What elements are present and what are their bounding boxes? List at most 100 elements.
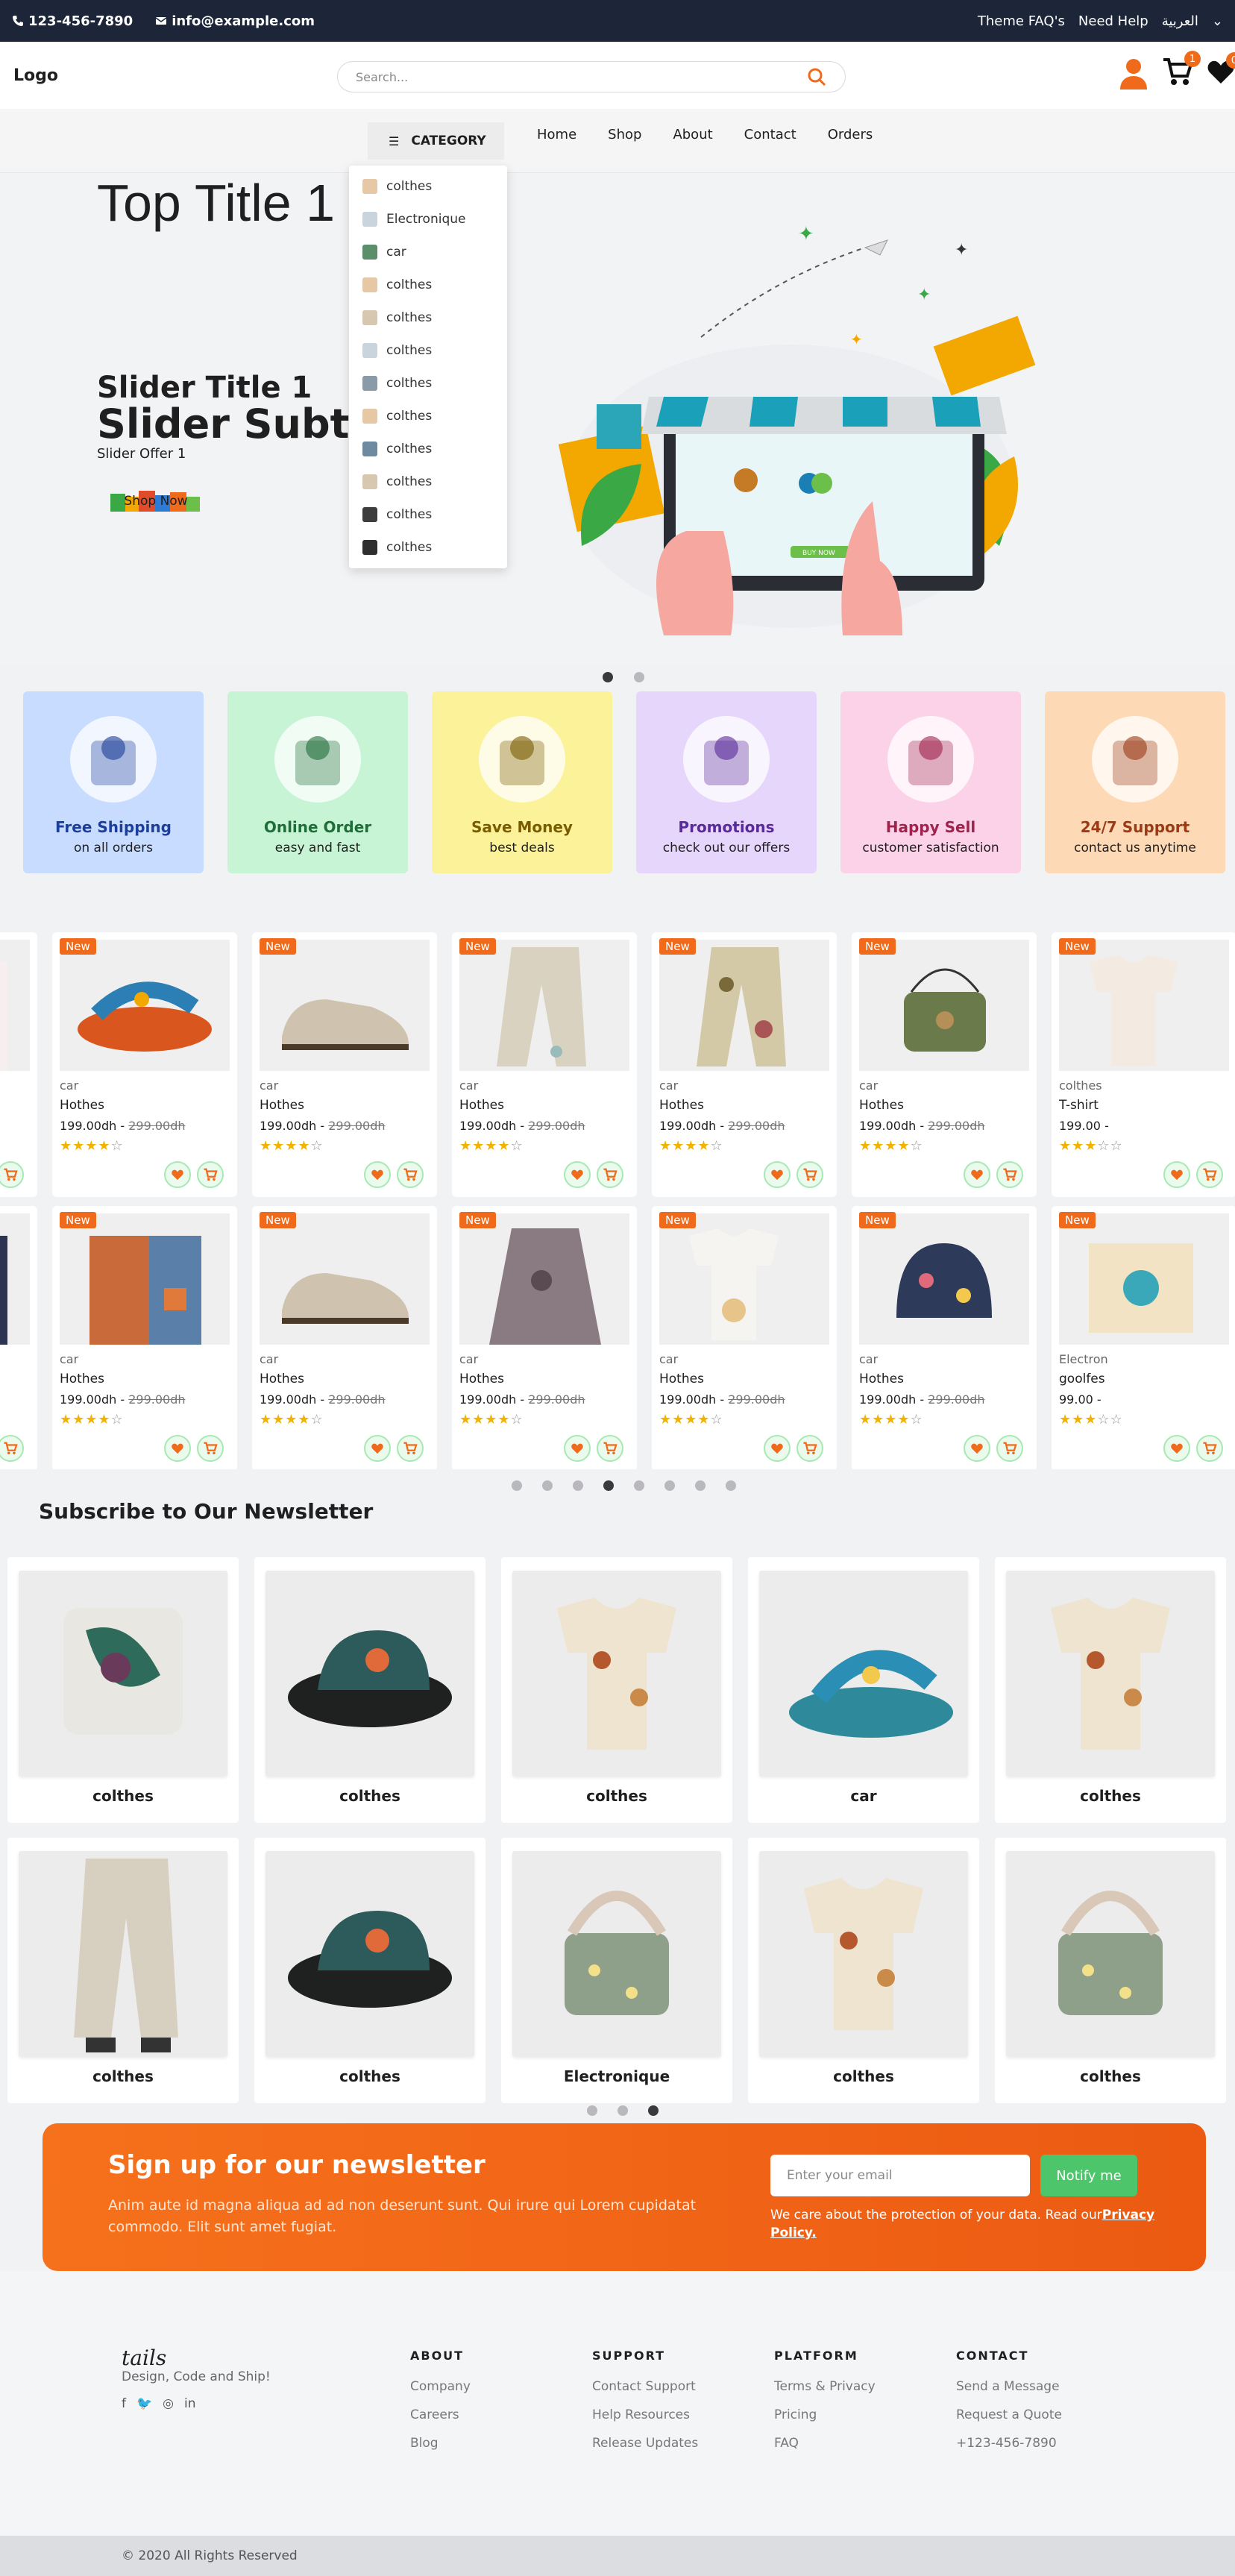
shop-now-button[interactable]: Shop Now: [109, 486, 203, 516]
product-name[interactable]: Hothes: [659, 1098, 704, 1113]
category-card-label[interactable]: Electronique: [501, 2067, 732, 2085]
nav-about[interactable]: About: [673, 127, 712, 142]
category-item[interactable]: colthes: [349, 367, 507, 400]
category-item[interactable]: colthes: [349, 334, 507, 367]
user-icon[interactable]: [1119, 57, 1148, 89]
category-card[interactable]: colthes: [7, 1838, 239, 2103]
category-item[interactable]: car: [349, 236, 507, 268]
products-dot[interactable]: [634, 1480, 644, 1491]
product-card[interactable]: dh - 299.00dh★☆☆☆☆: [0, 1206, 37, 1469]
product-card[interactable]: New car Hothes 199.00dh - 299.00dh ★★★★☆: [252, 932, 437, 1197]
product-image[interactable]: [659, 940, 829, 1071]
search-icon[interactable]: [806, 66, 827, 87]
product-card[interactable]: New car Hothes 199.00dh - 299.00dh ★★★★☆: [252, 1206, 437, 1469]
category-item[interactable]: colthes: [349, 400, 507, 433]
footer-link[interactable]: Release Updates: [592, 2436, 698, 2451]
category-card-label[interactable]: colthes: [995, 2067, 1226, 2085]
product-name[interactable]: Hothes: [459, 1372, 504, 1386]
add-to-cart-button[interactable]: [597, 1435, 623, 1462]
category-button[interactable]: ☰ CATEGORY: [368, 122, 504, 160]
add-to-wishlist-button[interactable]: [364, 1435, 391, 1462]
products-dot[interactable]: [512, 1480, 522, 1491]
category-card[interactable]: colthes: [254, 1838, 485, 2103]
product-name[interactable]: Hothes: [60, 1098, 104, 1113]
chevron-down-icon[interactable]: ⌄: [1212, 13, 1223, 29]
add-to-cart-button[interactable]: [0, 1161, 24, 1188]
search-input[interactable]: Search...: [337, 61, 846, 92]
product-card[interactable]: New car Hothes 199.00dh - 299.00dh ★★★★☆: [652, 932, 837, 1197]
category-item[interactable]: colthes: [349, 465, 507, 498]
add-to-cart-button[interactable]: [397, 1161, 424, 1188]
add-to-wishlist-button[interactable]: [1163, 1161, 1190, 1188]
category-card[interactable]: colthes: [501, 1557, 732, 1823]
add-to-wishlist-button[interactable]: [764, 1161, 791, 1188]
nav-contact[interactable]: Contact: [744, 127, 796, 142]
language-selector[interactable]: العربية: [1162, 13, 1198, 29]
products-dot[interactable]: [542, 1480, 553, 1491]
hero-dot-2[interactable]: [634, 672, 644, 682]
add-to-cart-button[interactable]: [996, 1435, 1023, 1462]
footer-link[interactable]: Send a Message: [956, 2379, 1062, 2394]
product-image[interactable]: [0, 940, 30, 1071]
facebook-icon[interactable]: f: [122, 2396, 126, 2411]
footer-link[interactable]: Blog: [410, 2436, 471, 2451]
category-card-label[interactable]: colthes: [7, 1787, 239, 1805]
add-to-wishlist-button[interactable]: [164, 1161, 191, 1188]
product-name[interactable]: T-shirt: [1059, 1098, 1099, 1113]
add-to-cart-button[interactable]: [397, 1435, 424, 1462]
add-to-wishlist-button[interactable]: [564, 1161, 591, 1188]
footer-link[interactable]: Pricing: [774, 2407, 876, 2422]
products-dot[interactable]: [726, 1480, 736, 1491]
add-to-wishlist-button[interactable]: [964, 1161, 990, 1188]
product-card[interactable]: New colthes T-shirt 199.00 - ★★★☆☆: [1052, 932, 1235, 1197]
phone-contact[interactable]: 123-456-7890: [12, 13, 133, 29]
products-dot[interactable]: [664, 1480, 675, 1491]
product-name[interactable]: goolfes: [1059, 1372, 1105, 1386]
category-card[interactable]: colthes: [254, 1557, 485, 1823]
footer-link[interactable]: Contact Support: [592, 2379, 698, 2394]
category-card-label[interactable]: colthes: [254, 1787, 485, 1805]
product-image[interactable]: [1059, 940, 1229, 1071]
cart-button[interactable]: 1: [1162, 51, 1201, 89]
add-to-cart-button[interactable]: [796, 1161, 823, 1188]
product-card[interactable]: New Electron goolfes 99.00 - ★★★☆☆: [1052, 1206, 1235, 1469]
logo[interactable]: Logo: [13, 66, 58, 85]
category-item[interactable]: colthes: [349, 301, 507, 334]
add-to-wishlist-button[interactable]: [1163, 1435, 1190, 1462]
product-name[interactable]: Hothes: [659, 1372, 704, 1386]
product-card[interactable]: New car Hothes 199.00dh - 299.00dh ★★★★☆: [852, 1206, 1037, 1469]
product-card[interactable]: New car Hothes 199.00dh - 299.00dh ★★★★☆: [852, 932, 1037, 1197]
category-card-label[interactable]: car: [748, 1787, 979, 1805]
nav-home[interactable]: Home: [537, 127, 576, 142]
product-image[interactable]: [459, 1213, 629, 1345]
product-card[interactable]: New car Hothes 199.00dh - 299.00dh ★★★★☆: [52, 932, 237, 1197]
category-card[interactable]: colthes: [995, 1557, 1226, 1823]
product-name[interactable]: Hothes: [859, 1372, 904, 1386]
add-to-wishlist-button[interactable]: [564, 1435, 591, 1462]
product-image[interactable]: [859, 940, 1029, 1071]
instagram-icon[interactable]: ◎: [163, 2396, 174, 2411]
category-card-label[interactable]: colthes: [501, 1787, 732, 1805]
category-dot-2[interactable]: [618, 2105, 628, 2116]
email-contact[interactable]: info@example.com: [155, 13, 315, 29]
category-card[interactable]: Electronique: [501, 1838, 732, 2103]
category-item[interactable]: colthes: [349, 498, 507, 531]
product-image[interactable]: [0, 1213, 30, 1345]
product-image[interactable]: [1059, 1213, 1229, 1345]
add-to-cart-button[interactable]: [0, 1435, 24, 1462]
category-item[interactable]: colthes: [349, 433, 507, 465]
add-to-cart-button[interactable]: [197, 1435, 224, 1462]
footer-link[interactable]: Careers: [410, 2407, 471, 2422]
product-card[interactable]: New car Hothes 199.00dh - 299.00dh ★★★★☆: [452, 1206, 637, 1469]
footer-logo[interactable]: tails: [122, 2346, 166, 2370]
category-card-label[interactable]: colthes: [748, 2067, 979, 2085]
product-name[interactable]: Hothes: [459, 1098, 504, 1113]
product-name[interactable]: Hothes: [859, 1098, 904, 1113]
category-card-label[interactable]: colthes: [254, 2067, 485, 2085]
category-dot-3[interactable]: [648, 2105, 659, 2116]
footer-link[interactable]: Terms & Privacy: [774, 2379, 876, 2394]
add-to-wishlist-button[interactable]: [164, 1435, 191, 1462]
products-dot[interactable]: [603, 1480, 614, 1491]
product-name[interactable]: Hothes: [260, 1098, 304, 1113]
nav-shop[interactable]: Shop: [608, 127, 641, 142]
